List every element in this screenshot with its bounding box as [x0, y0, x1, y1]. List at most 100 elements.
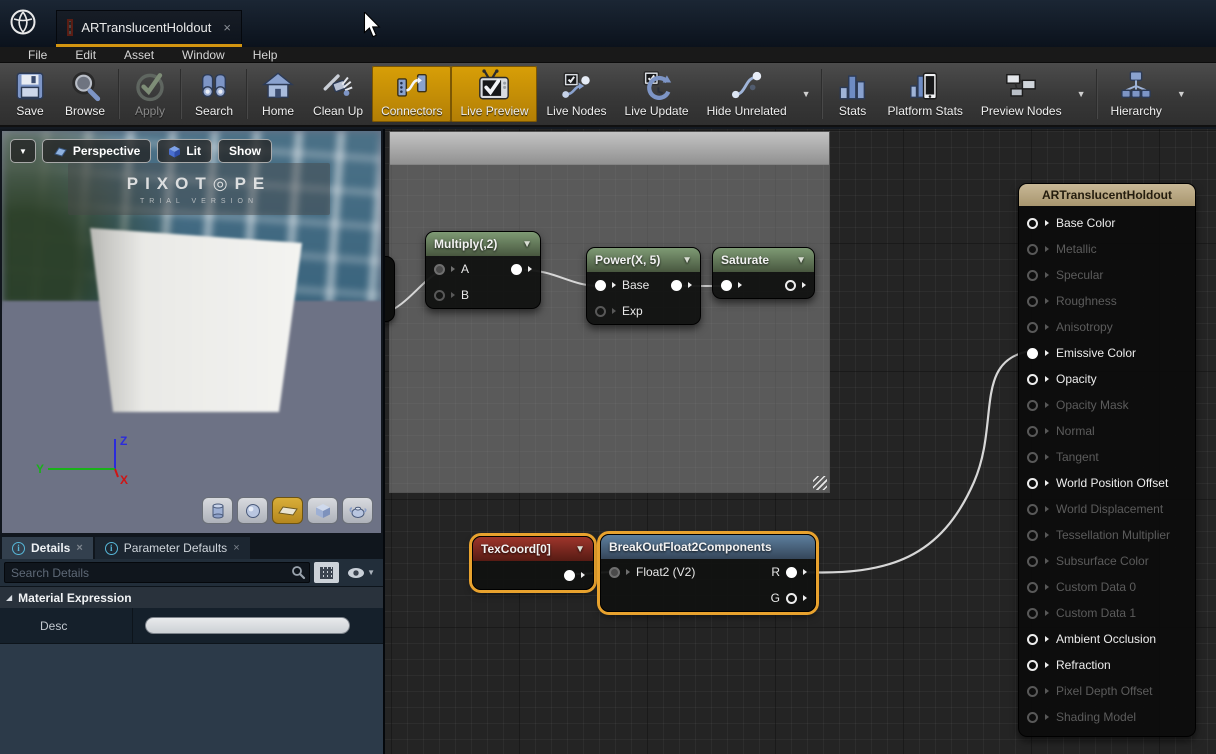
cube-shape-button[interactable]	[307, 497, 338, 524]
save-button[interactable]: Save	[4, 66, 56, 122]
input-pin-pixel-depth-offset[interactable]	[1027, 686, 1038, 697]
input-pin-subsurface-color[interactable]	[1027, 556, 1038, 567]
property-matrix-button[interactable]	[314, 562, 339, 583]
tab-details[interactable]: i Details ×	[2, 537, 93, 559]
input-pin[interactable]	[721, 280, 732, 291]
live-nodes-icon	[560, 69, 594, 103]
input-pin-opacity[interactable]	[1027, 374, 1038, 385]
menu-asset[interactable]: Asset	[110, 47, 168, 63]
hide-unrelated-toggle-button[interactable]: Hide Unrelated	[698, 66, 796, 122]
live-preview-toggle-button[interactable]: Live Preview	[451, 66, 537, 122]
plane-shape-button[interactable]	[272, 497, 303, 524]
comment-resize-handle[interactable]	[813, 476, 827, 490]
stats-button[interactable]: Stats	[827, 66, 879, 122]
output-pin[interactable]	[785, 280, 796, 291]
asset-tab[interactable]: ARTranslucentHoldout ×	[56, 10, 242, 44]
show-menu-button[interactable]: Show	[218, 139, 272, 163]
input-pin-shading-model[interactable]	[1027, 712, 1038, 723]
input-pin-world-displacement[interactable]	[1027, 504, 1038, 515]
node-texcoord-header[interactable]: TexCoord[0] ▼	[473, 537, 593, 561]
input-pin-base-color[interactable]	[1027, 218, 1038, 229]
node-breakout-float2[interactable]: BreakOutFloat2Components Float2 (V2) R G	[600, 534, 816, 612]
input-pin-b[interactable]	[434, 290, 445, 301]
output-pin[interactable]	[564, 570, 575, 581]
connectors-toggle-button[interactable]: Connectors	[372, 66, 451, 122]
tab-parameter-defaults[interactable]: i Parameter Defaults ×	[95, 537, 250, 559]
material-expression-section-header[interactable]: ◢ Material Expression	[0, 586, 383, 608]
node-saturate[interactable]: Saturate ▼	[712, 247, 815, 299]
input-pin-specular[interactable]	[1027, 270, 1038, 281]
menu-help[interactable]: Help	[239, 47, 292, 63]
sphere-shape-button[interactable]	[237, 497, 268, 524]
home-button[interactable]: Home	[252, 66, 304, 122]
browse-button[interactable]: Browse	[56, 66, 114, 122]
output-pin-g[interactable]	[786, 593, 797, 604]
material-graph-canvas[interactable]: Multiply(,2) ▼ A B Power(X, 5) ▼	[385, 129, 1216, 754]
input-pin-emissive-color[interactable]	[1027, 348, 1038, 359]
tab-close-icon[interactable]: ×	[223, 20, 231, 35]
comment-box-header[interactable]	[390, 132, 829, 165]
perspective-button[interactable]: Perspective	[42, 139, 151, 163]
output-pin-r[interactable]	[786, 567, 797, 578]
node-saturate-header[interactable]: Saturate ▼	[713, 248, 814, 272]
cylinder-shape-button[interactable]	[202, 497, 233, 524]
hierarchy-dropdown-icon[interactable]: ▼	[1171, 89, 1192, 99]
menu-file[interactable]: File	[14, 47, 61, 63]
teapot-shape-button[interactable]	[342, 497, 373, 524]
search-details-input[interactable]	[4, 562, 310, 583]
input-pin-custom-data-1[interactable]	[1027, 608, 1038, 619]
output-pin[interactable]	[511, 264, 522, 275]
preview-nodes-button[interactable]: Preview Nodes	[972, 66, 1071, 122]
lit-mode-button[interactable]: Lit	[157, 139, 212, 163]
menu-edit[interactable]: Edit	[61, 47, 110, 63]
apply-button[interactable]: Apply	[124, 66, 176, 122]
live-update-toggle-button[interactable]: Live Update	[616, 66, 698, 122]
viewport-options-button[interactable]: ▼	[10, 139, 36, 163]
hierarchy-button[interactable]: Hierarchy	[1102, 66, 1171, 122]
input-pin-custom-data-0[interactable]	[1027, 582, 1038, 593]
offscreen-node-stub[interactable]	[385, 256, 395, 322]
platform-stats-button[interactable]: Platform Stats	[879, 66, 972, 122]
tab-close-icon[interactable]: ×	[76, 542, 82, 554]
input-pin-normal[interactable]	[1027, 426, 1038, 437]
preview-nodes-dropdown-icon[interactable]: ▼	[1071, 89, 1092, 99]
node-material-result[interactable]: ARTranslucentHoldout Base Color Metallic…	[1018, 183, 1196, 737]
material-asset-icon	[67, 19, 73, 36]
desc-text-field[interactable]	[145, 617, 350, 634]
node-multiply[interactable]: Multiply(,2) ▼ A B	[425, 231, 541, 309]
chevron-down-icon[interactable]: ▼	[682, 255, 692, 266]
chevron-down-icon[interactable]: ▼	[522, 239, 532, 250]
pin-row-g: G	[601, 585, 815, 611]
hide-unrelated-dropdown-icon[interactable]: ▼	[796, 89, 817, 99]
material-result-header[interactable]: ARTranslucentHoldout	[1019, 184, 1195, 206]
input-pin-base[interactable]	[595, 280, 606, 291]
chevron-down-icon[interactable]: ▼	[796, 255, 806, 266]
input-pin-float2[interactable]	[609, 567, 620, 578]
input-pin-opacity-mask[interactable]	[1027, 400, 1038, 411]
chevron-down-icon[interactable]: ▼	[575, 544, 585, 555]
search-button[interactable]: Search	[186, 66, 242, 122]
live-nodes-toggle-button[interactable]: Live Nodes	[537, 66, 615, 122]
node-breakout-header[interactable]: BreakOutFloat2Components	[601, 535, 815, 559]
input-pin-exp[interactable]	[595, 306, 606, 317]
view-options-button[interactable]: ▼	[343, 567, 379, 579]
input-pin-tessellation-multiplier[interactable]	[1027, 530, 1038, 541]
clean-up-button[interactable]: Clean Up	[304, 66, 372, 122]
menu-window[interactable]: Window	[168, 47, 239, 63]
node-multiply-header[interactable]: Multiply(,2) ▼	[426, 232, 540, 256]
output-pin[interactable]	[671, 280, 682, 291]
input-pin-anisotropy[interactable]	[1027, 322, 1038, 333]
input-pin-refraction[interactable]	[1027, 660, 1038, 671]
preview-viewport[interactable]: PIXOT◎PE TRIAL VERSION ▼ Perspective Lit	[0, 129, 383, 535]
input-pin-world-position-offset[interactable]	[1027, 478, 1038, 489]
input-pin-tangent[interactable]	[1027, 452, 1038, 463]
tab-close-icon[interactable]: ×	[233, 542, 239, 554]
input-pin-ambient-occlusion[interactable]	[1027, 634, 1038, 645]
node-power[interactable]: Power(X, 5) ▼ Base Exp	[586, 247, 701, 325]
input-pin-roughness[interactable]	[1027, 296, 1038, 307]
input-pin-metallic[interactable]	[1027, 244, 1038, 255]
node-power-header[interactable]: Power(X, 5) ▼	[587, 248, 700, 272]
node-texcoord[interactable]: TexCoord[0] ▼	[472, 536, 594, 590]
input-pin-a[interactable]	[434, 264, 445, 275]
pin-arrow-icon	[1045, 272, 1049, 278]
